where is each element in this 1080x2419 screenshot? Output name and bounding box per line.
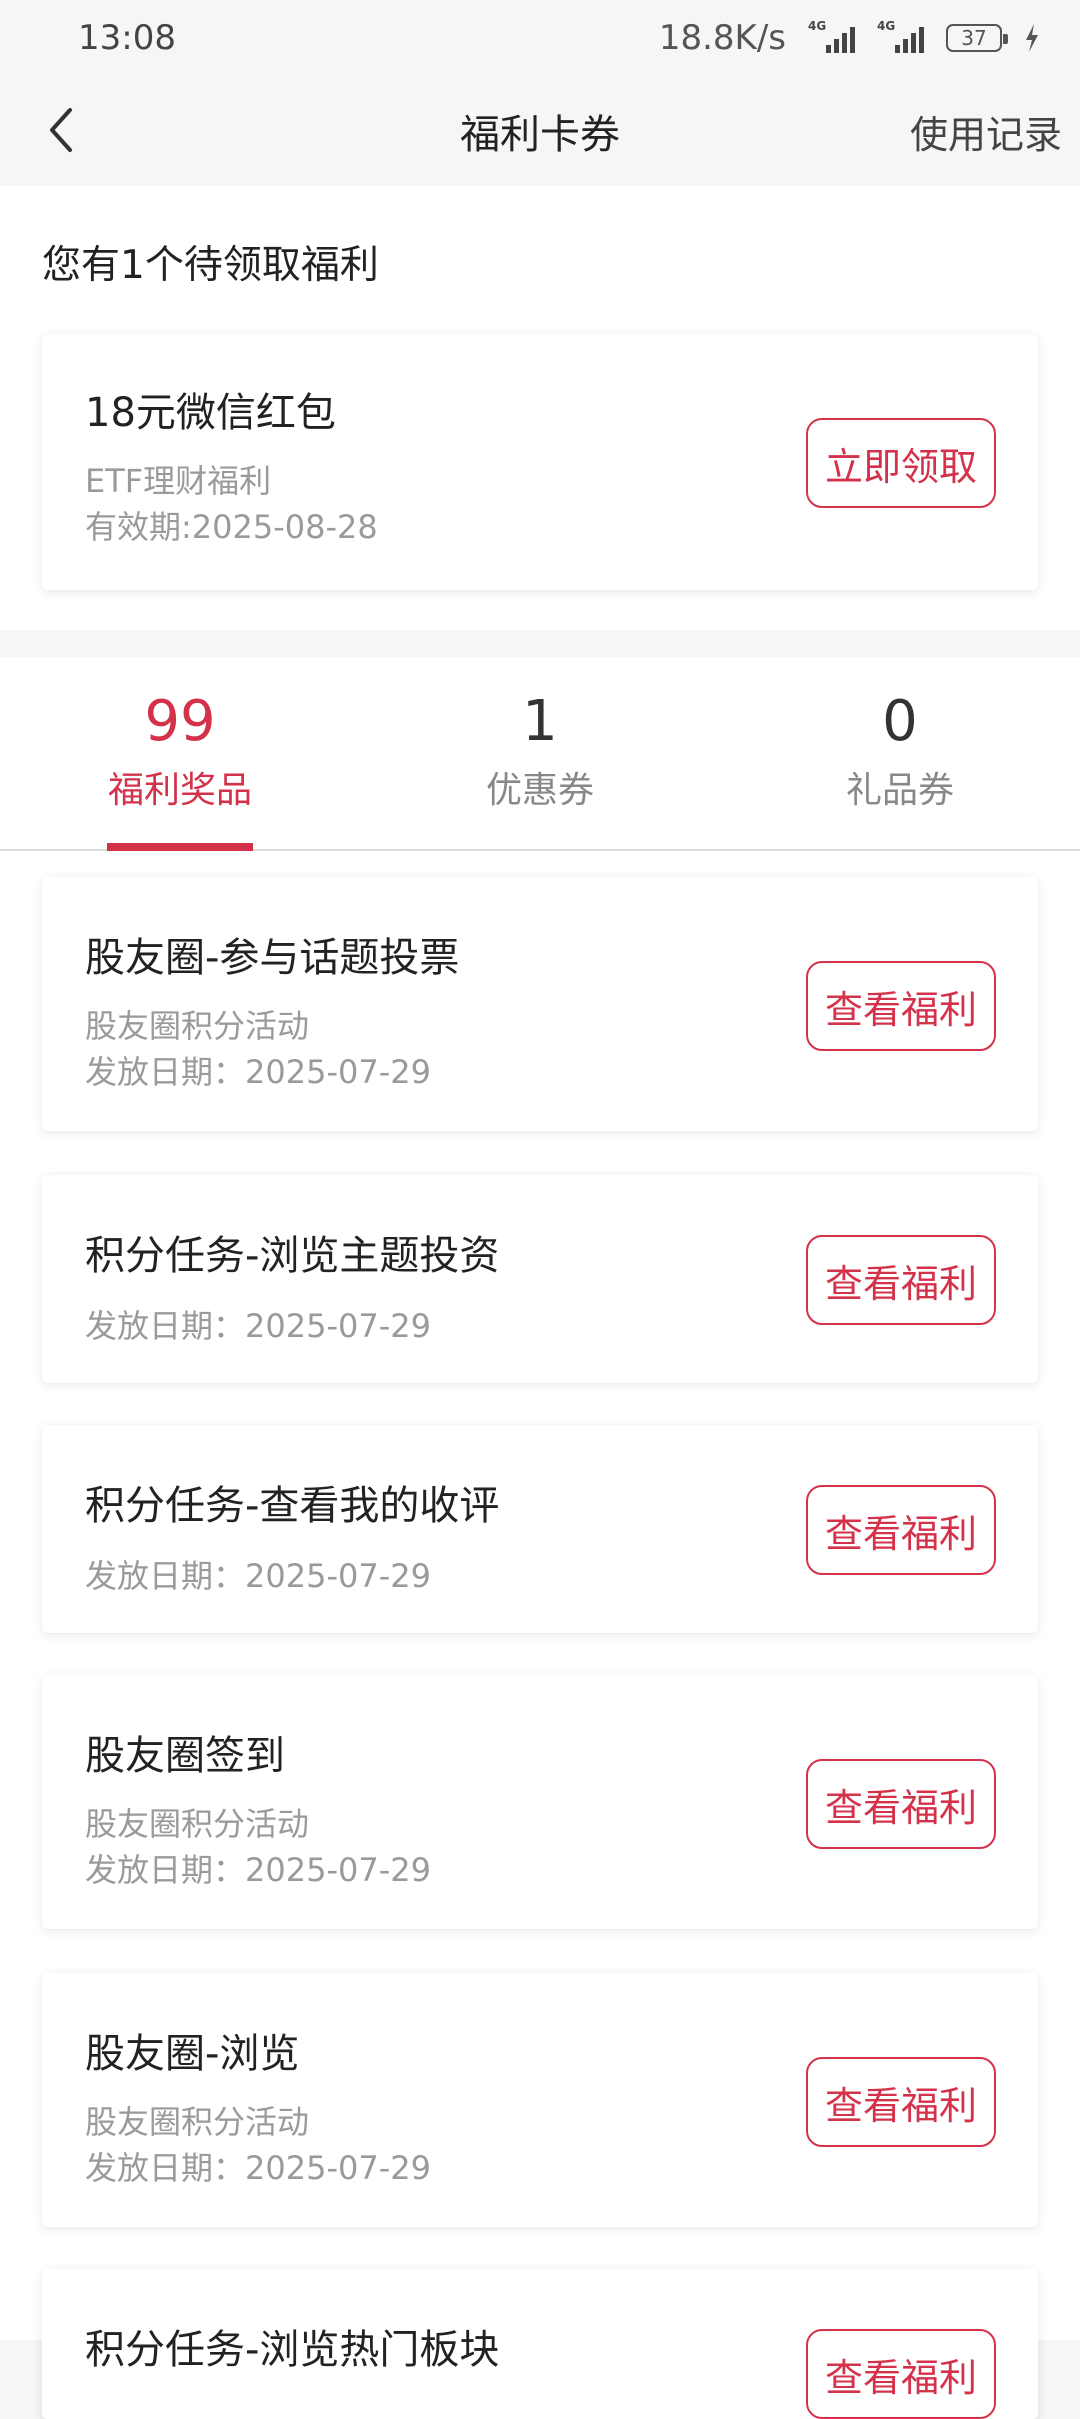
benefit-item: 积分任务-浏览热门板块 查看福利 (42, 2269, 1038, 2419)
view-benefit-button[interactable]: 查看福利 (806, 1485, 996, 1575)
item-title: 股友圈-浏览 (85, 2031, 300, 2077)
battery-icon: 37 (946, 24, 1008, 52)
tab-count: 99 (144, 689, 216, 754)
view-benefit-button[interactable]: 查看福利 (806, 961, 996, 1051)
card-title: 18元微信红包 (85, 390, 336, 436)
item-date: 发放日期：2025-07-29 (85, 1307, 431, 1345)
view-benefit-button[interactable]: 查看福利 (806, 2329, 996, 2419)
item-date: 发放日期：2025-07-29 (85, 2149, 431, 2187)
benefit-item: 股友圈-浏览 股友圈积分活动 发放日期：2025-07-29 查看福利 (42, 1973, 1038, 2227)
tab-label: 礼品券 (845, 770, 954, 811)
view-benefit-button[interactable]: 查看福利 (806, 1235, 996, 1325)
tab-count: 1 (522, 689, 558, 754)
item-title: 股友圈签到 (85, 1733, 285, 1779)
status-indicators: 18.8K/s 4G 4G 37 (659, 18, 1040, 58)
item-source: 股友圈积分活动 (85, 1805, 310, 1843)
usage-record-link[interactable]: 使用记录 (910, 104, 1062, 159)
benefit-item: 股友圈-参与话题投票 股友圈积分活动 发放日期：2025-07-29 查看福利 (42, 877, 1038, 1131)
signal-1-icon: 4G (808, 19, 855, 53)
network-speed: 18.8K/s (658, 18, 786, 58)
item-date: 发放日期：2025-07-29 (85, 1557, 431, 1595)
back-arrow-icon[interactable] (40, 104, 88, 156)
benefits-tabs-section: 99 福利奖品 1 优惠券 0 礼品券 股友圈-参与话题投票 股友圈积分活动 发… (0, 657, 1080, 2419)
tab-count: 0 (882, 689, 918, 754)
status-bar: 13:08 18.8K/s 4G 4G 37 (0, 0, 1080, 76)
benefit-item: 积分任务-浏览主题投资 发放日期：2025-07-29 查看福利 (42, 1175, 1038, 1383)
tab-gift-vouchers[interactable]: 0 礼品券 (780, 657, 1020, 851)
pending-benefit-card: 18元微信红包 ETF理财福利 有效期:2025-08-28 立即领取 (42, 334, 1038, 590)
tab-benefit-prizes[interactable]: 99 福利奖品 (60, 657, 300, 851)
tab-coupons[interactable]: 1 优惠券 (420, 657, 660, 851)
item-title: 积分任务-浏览热门板块 (85, 2327, 500, 2373)
item-source: 股友圈积分活动 (85, 1007, 310, 1045)
charging-icon (1026, 24, 1038, 52)
view-benefit-button[interactable]: 查看福利 (806, 2057, 996, 2147)
benefit-item: 积分任务-查看我的收评 发放日期：2025-07-29 查看福利 (42, 1425, 1038, 1633)
pending-benefits-section: 您有1个待领取福利 18元微信红包 ETF理财福利 有效期:2025-08-28… (0, 186, 1080, 630)
item-title: 积分任务-查看我的收评 (85, 1483, 500, 1529)
pending-title: 您有1个待领取福利 (42, 243, 379, 288)
claim-now-button[interactable]: 立即领取 (806, 418, 996, 508)
card-source: ETF理财福利 (85, 462, 272, 500)
benefit-item: 股友圈签到 股友圈积分活动 发放日期：2025-07-29 查看福利 (42, 1675, 1038, 1929)
active-tab-indicator (107, 843, 253, 851)
status-time: 13:08 (78, 18, 176, 58)
tab-label: 优惠券 (485, 770, 594, 811)
signal-2-icon: 4G (877, 19, 924, 53)
item-title: 积分任务-浏览主题投资 (85, 1233, 500, 1279)
tab-bar: 99 福利奖品 1 优惠券 0 礼品券 (0, 657, 1080, 851)
item-date: 发放日期：2025-07-29 (85, 1053, 431, 1091)
card-expiry: 有效期:2025-08-28 (85, 508, 378, 546)
tab-label: 福利奖品 (107, 770, 252, 811)
nav-header: 福利卡券 使用记录 (0, 76, 1080, 186)
item-date: 发放日期：2025-07-29 (85, 1851, 431, 1889)
item-title: 股友圈-参与话题投票 (85, 935, 460, 981)
view-benefit-button[interactable]: 查看福利 (806, 1759, 996, 1849)
item-source: 股友圈积分活动 (85, 2103, 310, 2141)
